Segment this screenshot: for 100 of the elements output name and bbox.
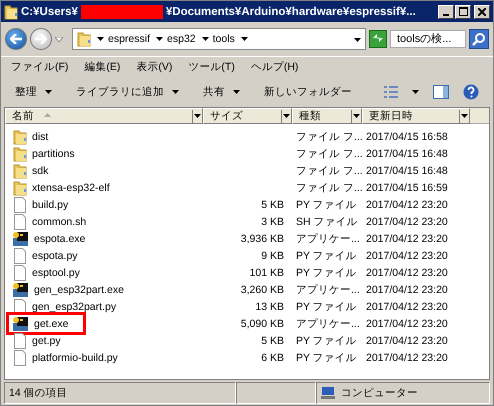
caret-icon <box>354 38 361 42</box>
file-name: xtensa-esp32-elf <box>31 180 111 196</box>
file-row[interactable]: get.py 5 KB PY ファイル 2017/04/12 23:20 <box>5 332 489 349</box>
toolbar-button[interactable]: 整理 <box>15 85 52 99</box>
file-type: PY ファイル <box>295 334 358 348</box>
file-row[interactable]: gen_esp32part.exe 3,260 KB アプリケー... 2017/04/12 23:20 <box>5 281 489 298</box>
search-field[interactable]: toolsの検... <box>390 30 466 48</box>
back-button[interactable] <box>5 28 27 50</box>
menu-item[interactable]: ファイル(F) <box>11 60 68 74</box>
folder-icon <box>4 4 18 20</box>
refresh-button[interactable] <box>369 30 387 48</box>
minimize-button[interactable] <box>438 4 454 18</box>
modified-date: 2017/04/15 16:48 <box>365 164 449 176</box>
address-bar[interactable]: espressif esp32 tools <box>72 28 366 50</box>
file-name: esptool.py <box>31 266 81 280</box>
toolbar-button[interactable]: ライブラリに追加 <box>76 85 179 99</box>
modified-date: 2017/04/15 16:59 <box>365 182 449 194</box>
file-row[interactable]: platformio-build.py 6 KB PY ファイル 2017/04/12 23:20 <box>5 349 489 366</box>
file-type: アプリケー... <box>295 232 361 246</box>
caret-icon <box>194 114 201 118</box>
caret-icon <box>45 90 52 94</box>
file-size: 5 KB <box>260 334 285 346</box>
file-name: gen_esp32part.exe <box>33 282 125 298</box>
file-type: PY ファイル <box>295 248 358 262</box>
file-icon <box>13 248 27 264</box>
menu-item[interactable]: 表示(V) <box>136 60 172 74</box>
back-arrow-icon <box>10 34 22 44</box>
file-name: get.exe <box>33 316 70 332</box>
file-type: アプリケー... <box>295 316 361 330</box>
file-size: 9 KB <box>260 250 285 262</box>
refresh-arrows-icon <box>371 32 385 44</box>
file-row[interactable]: get.exe 5,090 KB アプリケー... 2017/04/12 23:20 <box>5 315 489 332</box>
modified-date: 2017/04/12 23:20 <box>365 266 449 278</box>
file-row[interactable]: gen_esp32part.py 13 KB PY ファイル 2017/04/12 23:20 <box>5 298 489 315</box>
file-name: platformio-build.py <box>31 350 119 366</box>
close-button[interactable] <box>474 4 490 18</box>
caret-icon <box>240 37 248 41</box>
file-type: PY ファイル <box>295 198 358 212</box>
menu-item[interactable]: ヘルプ(H) <box>250 60 298 74</box>
toolbar-button[interactable]: 共有 <box>203 85 240 99</box>
file-row[interactable]: common.sh 3 KB SH ファイル 2017/04/12 23:20 <box>5 213 489 230</box>
breadcrumb[interactable]: espressif <box>97 33 150 45</box>
toolbar-button[interactable]: 新しいフォルダー <box>264 85 352 99</box>
search-icon <box>472 32 486 46</box>
caret-icon <box>233 90 240 94</box>
file-row[interactable]: esptool.py 101 KB PY ファイル 2017/04/12 23:20 <box>5 264 489 281</box>
file-type: ファイル フ... <box>295 180 362 194</box>
app-icon <box>13 316 29 332</box>
breadcrumb[interactable]: esp32 <box>156 33 196 45</box>
file-row[interactable]: dist ファイル フ... 2017/04/15 16:58 <box>5 128 489 145</box>
file-size: 6 KB <box>260 352 285 364</box>
file-name: espota.py <box>31 248 79 264</box>
minimize-icon <box>443 14 449 16</box>
modified-date: 2017/04/12 23:20 <box>365 300 449 312</box>
app-icon <box>13 282 29 298</box>
file-row[interactable]: espota.exe 3,936 KB アプリケー... 2017/04/12 23:20 <box>5 230 489 247</box>
modified-date: 2017/04/12 23:20 <box>365 284 449 296</box>
folder-icon <box>13 162 27 178</box>
file-name: get.py <box>31 334 62 348</box>
menu-item[interactable]: 編集(E) <box>84 60 120 74</box>
file-icon <box>13 264 27 280</box>
file-row[interactable]: sdk ファイル フ... 2017/04/15 16:48 <box>5 162 489 179</box>
window-title: C:¥Users¥ <box>21 6 78 18</box>
file-name: build.py <box>31 198 70 212</box>
menu-item[interactable]: ツール(T) <box>188 60 235 74</box>
breadcrumb[interactable]: tools <box>202 33 235 45</box>
help-icon[interactable] <box>463 84 479 100</box>
file-row[interactable]: xtensa-esp32-elf ファイル フ... 2017/04/15 16:59 <box>5 179 489 196</box>
file-row[interactable]: espota.py 9 KB PY ファイル 2017/04/12 23:20 <box>5 247 489 264</box>
zone-label: コンピューター <box>341 386 418 400</box>
maximize-button[interactable] <box>455 4 471 18</box>
column-header[interactable]: サイズ <box>203 108 292 124</box>
history-dropdown-icon[interactable] <box>55 36 63 42</box>
sort-arrow-icon <box>44 113 51 117</box>
search-button[interactable] <box>469 29 489 49</box>
preview-pane-icon[interactable] <box>433 85 449 99</box>
folder-icon <box>13 128 27 144</box>
column-header[interactable]: 種類 <box>292 108 362 124</box>
file-icon <box>13 196 27 212</box>
file-row[interactable]: partitions ファイル フ... 2017/04/15 16:48 <box>5 145 489 162</box>
file-size: 3,260 KB <box>240 284 285 296</box>
maximize-icon <box>458 7 468 16</box>
caret-icon <box>202 37 209 41</box>
modified-date: 2017/04/15 16:48 <box>365 148 449 160</box>
file-type: PY ファイル <box>295 266 358 280</box>
file-size: 3 KB <box>260 216 285 228</box>
file-size: 13 KB <box>254 300 285 312</box>
modified-date: 2017/04/12 23:20 <box>365 250 449 262</box>
file-size: 3,936 KB <box>240 232 285 244</box>
column-header[interactable]: 更新日時 <box>362 108 470 124</box>
forward-button[interactable] <box>30 28 52 50</box>
file-type: PY ファイル <box>295 350 358 364</box>
column-header[interactable]: 名前 <box>5 108 203 124</box>
file-row[interactable]: build.py 5 KB PY ファイル 2017/04/12 23:20 <box>5 196 489 213</box>
file-name: common.sh <box>31 214 88 230</box>
modified-date: 2017/04/12 23:20 <box>365 318 449 330</box>
file-icon <box>13 350 27 366</box>
file-type: アプリケー... <box>295 282 361 296</box>
modified-date: 2017/04/12 23:20 <box>365 352 449 364</box>
item-count: 14 個の項目 <box>9 386 68 400</box>
